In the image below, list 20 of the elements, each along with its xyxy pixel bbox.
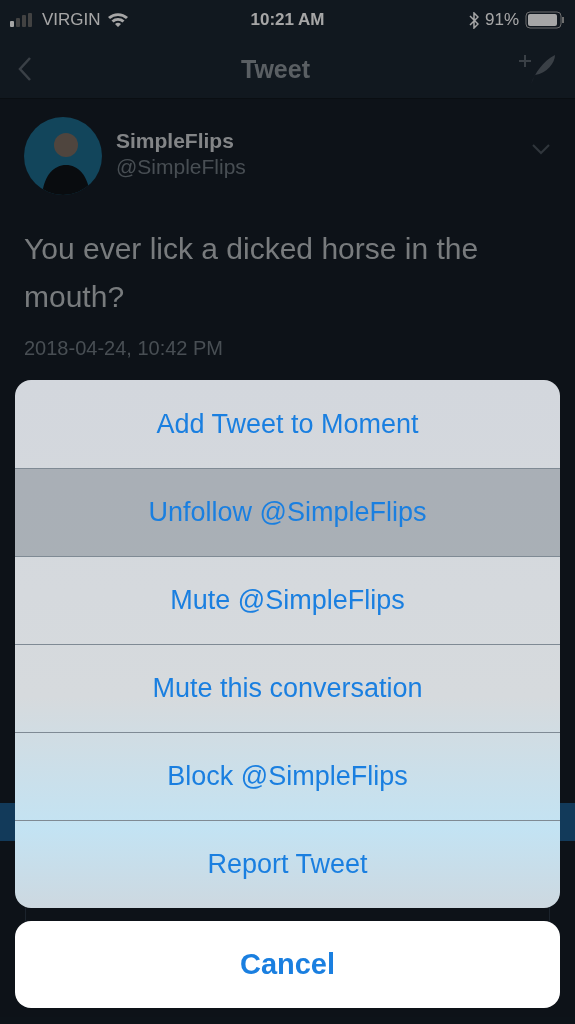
tweet-timestamp: 2018-04-24, 10:42 PM xyxy=(24,337,225,360)
wifi-icon xyxy=(106,12,129,28)
action-item[interactable]: Report Tweet xyxy=(15,820,560,908)
back-icon[interactable] xyxy=(18,56,32,82)
action-item[interactable]: Mute @SimpleFlips xyxy=(15,556,560,644)
page-title: Tweet xyxy=(241,54,310,84)
action-item[interactable]: Add Tweet to Moment xyxy=(15,380,560,468)
chevron-down-icon[interactable] xyxy=(531,143,551,155)
battery-icon xyxy=(525,11,565,29)
tweet-text: You ever lick a dicked horse in the mouth? xyxy=(24,231,480,315)
clock-time: 10:21 AM xyxy=(249,10,326,30)
bluetooth-icon xyxy=(468,11,479,29)
action-item[interactable]: Unfollow @SimpleFlips xyxy=(15,468,560,556)
action-item[interactable]: Block @SimpleFlips xyxy=(15,732,560,820)
user-name[interactable]: SimpleFlips xyxy=(116,129,517,153)
battery-percent: 91% xyxy=(484,10,519,30)
action-item[interactable]: Mute this conversation xyxy=(15,644,560,732)
user-handle[interactable]: @SimpleFlips xyxy=(116,155,517,179)
carrier-name: VIRGIN xyxy=(42,10,101,30)
cancel-button[interactable]: Cancel xyxy=(15,921,560,1008)
